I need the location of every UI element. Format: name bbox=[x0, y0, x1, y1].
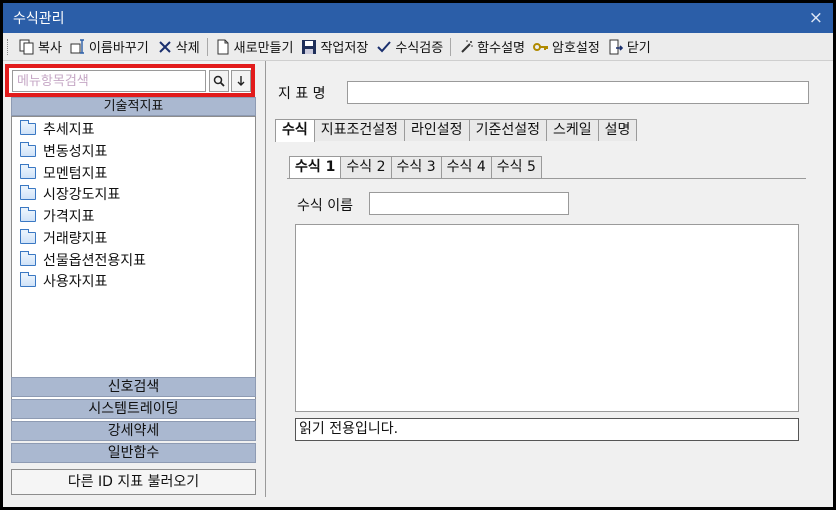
tab-line-settings[interactable]: 라인설정 bbox=[404, 119, 470, 141]
toolbar-separator bbox=[450, 37, 452, 56]
key-icon bbox=[533, 39, 549, 55]
window-title: 수식관리 bbox=[13, 11, 65, 27]
function-description-button[interactable]: 함수설명 bbox=[454, 36, 529, 58]
close-label: 닫기 bbox=[626, 41, 651, 56]
tree-item-label: 추세지표 bbox=[43, 122, 95, 138]
formula-subtab-bar: 수식 1 수식 2 수식 3 수식 4 수식 5 bbox=[289, 156, 542, 178]
folder-icon bbox=[20, 164, 36, 179]
subtab-formula-1[interactable]: 수식 1 bbox=[289, 156, 342, 178]
tree-item[interactable]: 거래량지표 bbox=[20, 228, 107, 248]
panel-divider bbox=[265, 61, 266, 497]
tree-item[interactable]: 선물옵션전용지표 bbox=[20, 250, 146, 270]
search-next-button[interactable] bbox=[231, 70, 251, 92]
new-document-icon bbox=[215, 39, 231, 55]
checkmark-icon bbox=[376, 39, 392, 55]
password-label: 암호설정 bbox=[552, 41, 600, 56]
formula-editor[interactable] bbox=[295, 224, 799, 412]
toolbar-separator bbox=[206, 37, 208, 56]
tree-item[interactable]: 시장강도지표 bbox=[20, 184, 120, 204]
save-label: 작업저장 bbox=[320, 41, 369, 56]
section-signal-search[interactable]: 신호검색 bbox=[11, 377, 256, 397]
folder-icon bbox=[20, 207, 36, 222]
tree-item[interactable]: 사용자지표 bbox=[20, 271, 107, 291]
tab-bar: 수식 지표조건설정 라인설정 기준선설정 스케일 설명 bbox=[275, 119, 638, 142]
folder-icon bbox=[20, 142, 36, 157]
title-bar: 수식관리 × bbox=[3, 3, 833, 33]
subtab-formula-4[interactable]: 수식 4 bbox=[440, 156, 492, 178]
tab-scale[interactable]: 스케일 bbox=[545, 119, 599, 141]
status-message: 읽기 전용입니다. bbox=[295, 418, 799, 441]
rename-label: 이름바꾸기 bbox=[88, 41, 149, 56]
save-button[interactable]: 작업저장 bbox=[297, 36, 372, 58]
floppy-disk-icon bbox=[301, 39, 317, 55]
function-description-label: 함수설명 bbox=[477, 41, 525, 56]
tree-item-label: 시장강도지표 bbox=[43, 187, 121, 203]
section-bull-bear[interactable]: 강세약세 bbox=[11, 421, 256, 441]
window-close-icon[interactable]: × bbox=[809, 8, 823, 28]
formula-name-label: 수식 이름 bbox=[297, 198, 353, 214]
search-input[interactable] bbox=[12, 70, 206, 92]
arrow-down-icon bbox=[237, 76, 245, 86]
tree-item-label: 사용자지표 bbox=[43, 274, 108, 290]
tree-item[interactable]: 추세지표 bbox=[20, 119, 95, 139]
folder-icon bbox=[20, 272, 36, 287]
tree-item-label: 가격지표 bbox=[43, 209, 95, 225]
subtab-formula-5[interactable]: 수식 5 bbox=[490, 156, 542, 178]
section-general-functions[interactable]: 일반함수 bbox=[11, 443, 256, 463]
subtab-formula-2[interactable]: 수식 2 bbox=[340, 156, 392, 178]
folder-icon bbox=[20, 251, 36, 266]
tab-indicator-condition[interactable]: 지표조건설정 bbox=[313, 119, 406, 141]
section-system-trading[interactable]: 시스템트레이딩 bbox=[11, 399, 256, 419]
indicator-name-label: 지 표 명 bbox=[278, 86, 326, 102]
tab-baseline-settings[interactable]: 기준선설정 bbox=[468, 119, 547, 141]
tree-item-label: 선물옵션전용지표 bbox=[43, 253, 147, 269]
toolbar-grip bbox=[7, 38, 11, 55]
copy-label: 복사 bbox=[38, 41, 62, 56]
search-icon bbox=[213, 75, 225, 87]
indicator-name-field[interactable] bbox=[347, 81, 809, 104]
verify-label: 수식검증 bbox=[395, 41, 444, 56]
category-header-technical-indicators[interactable]: 기술적지표 bbox=[11, 97, 256, 116]
search-highlight-box bbox=[5, 64, 255, 97]
tree-item[interactable]: 변동성지표 bbox=[20, 141, 107, 161]
tree-item[interactable]: 모멘텀지표 bbox=[20, 163, 107, 183]
password-button[interactable]: 암호설정 bbox=[529, 36, 604, 58]
folder-icon bbox=[20, 185, 36, 200]
verify-button[interactable]: 수식검증 bbox=[372, 36, 447, 58]
tree-item-label: 모멘텀지표 bbox=[43, 166, 108, 182]
copy-icon bbox=[19, 39, 35, 55]
formula-name-field[interactable] bbox=[369, 192, 569, 215]
folder-icon bbox=[20, 120, 36, 135]
tree-item[interactable]: 가격지표 bbox=[20, 206, 95, 226]
rename-icon bbox=[70, 38, 86, 55]
tree-item-label: 변동성지표 bbox=[43, 144, 108, 160]
load-other-id-button[interactable]: 다른 ID 지표 불러오기 bbox=[11, 469, 256, 495]
search-button[interactable] bbox=[209, 70, 229, 92]
folder-icon bbox=[20, 229, 36, 244]
tab-formula[interactable]: 수식 bbox=[275, 119, 315, 142]
tab-description[interactable]: 설명 bbox=[597, 119, 638, 141]
delete-icon bbox=[157, 39, 173, 55]
new-label: 새로만들기 bbox=[233, 41, 294, 56]
main-content: 기술적지표 추세지표 변동성지표 모멘텀지표 시장강도지표 가격지표 거래량지표… bbox=[3, 61, 833, 497]
subtab-underline bbox=[287, 178, 806, 179]
new-button[interactable]: 새로만들기 bbox=[211, 36, 298, 58]
delete-button[interactable]: 삭제 bbox=[153, 36, 204, 58]
subtab-formula-3[interactable]: 수식 3 bbox=[390, 156, 442, 178]
close-button[interactable]: 닫기 bbox=[604, 36, 655, 58]
tree-item-label: 거래량지표 bbox=[43, 231, 108, 247]
exit-door-icon bbox=[608, 39, 624, 55]
rename-button[interactable]: 이름바꾸기 bbox=[66, 36, 153, 58]
magic-wand-icon bbox=[458, 39, 474, 55]
toolbar: 복사 이름바꾸기 삭제 새로만들기 작업저장 수식검증 함수설명 암호설정 닫기 bbox=[3, 33, 833, 61]
copy-button[interactable]: 복사 bbox=[15, 36, 66, 58]
delete-label: 삭제 bbox=[175, 41, 200, 56]
bottom-strip bbox=[3, 497, 833, 507]
